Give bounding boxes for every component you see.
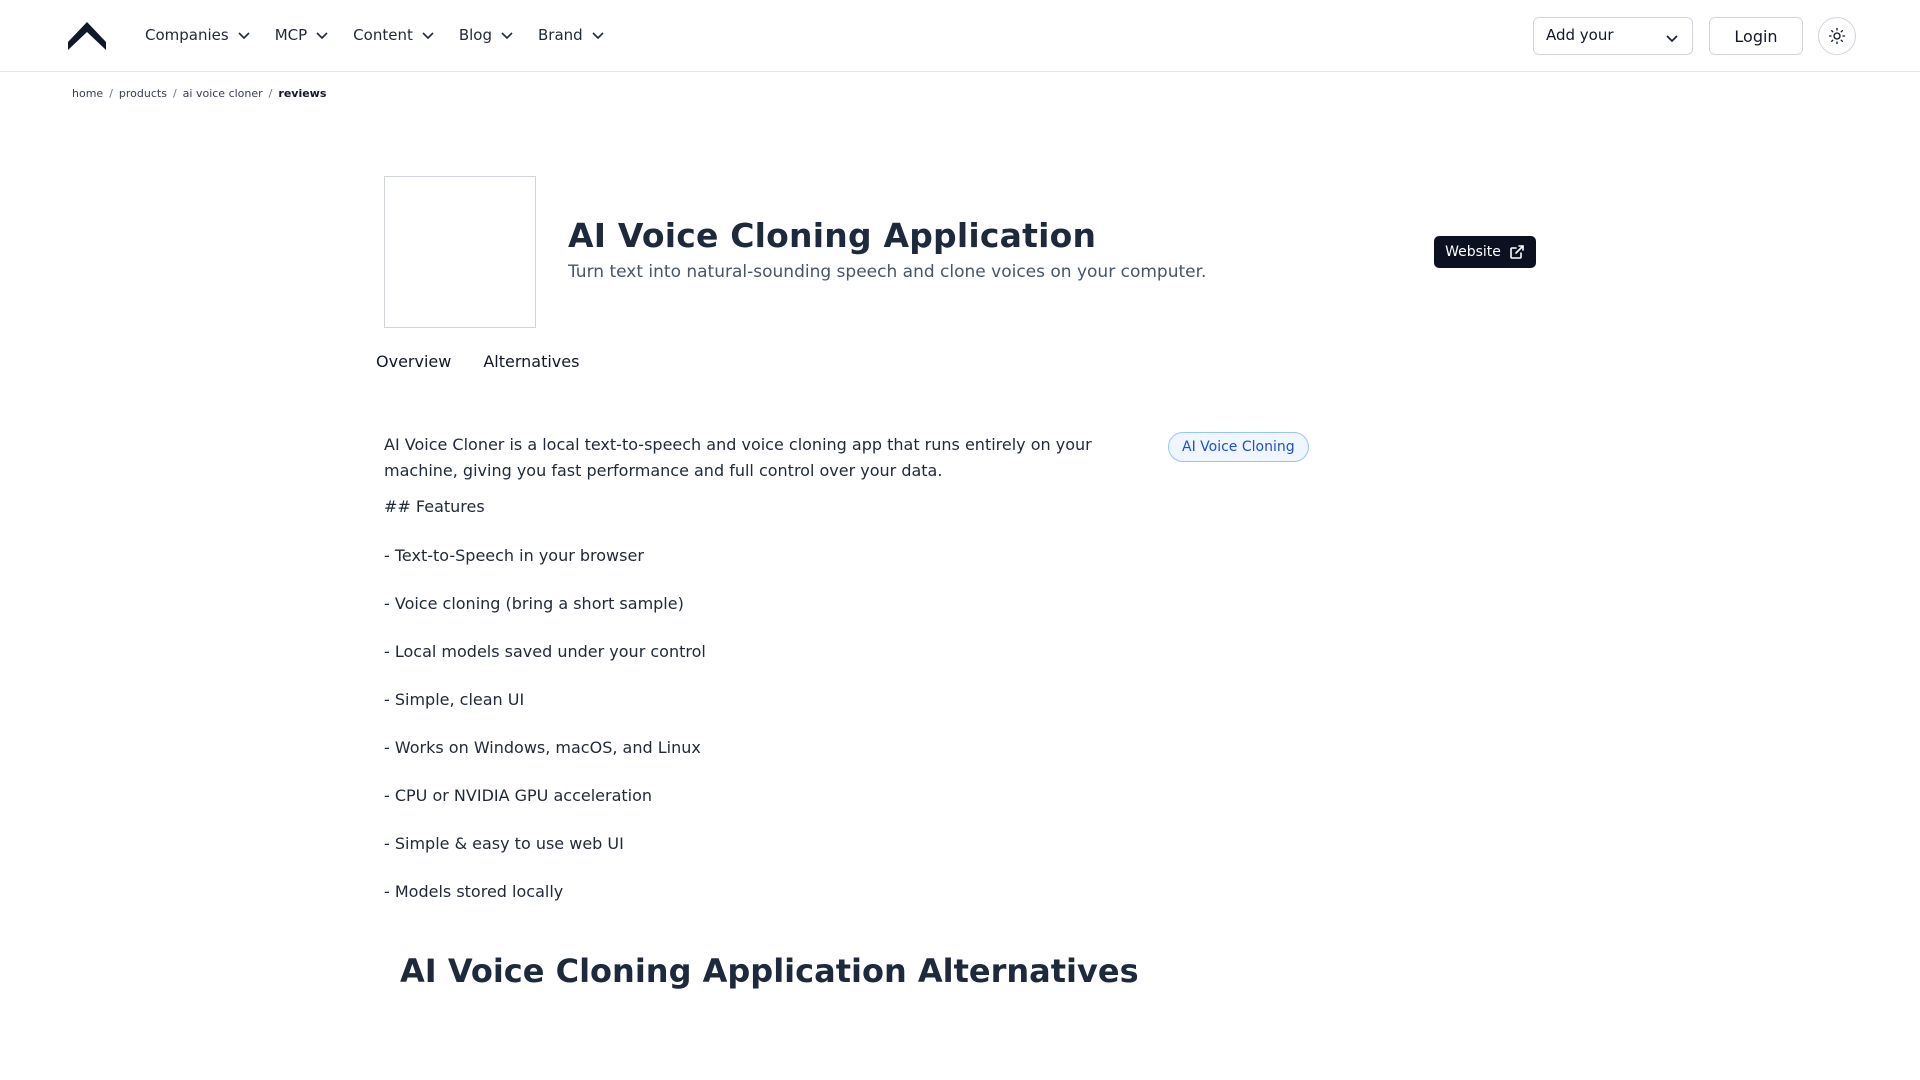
breadcrumb: home / products / ai voice cloner / revi… [72,87,326,100]
nav-content[interactable]: Content [353,26,435,44]
nav-mcp[interactable]: MCP [275,26,329,44]
list-item: - Models stored locally [384,882,564,901]
nav-label: Blog [458,26,492,44]
list-item: - Text-to-Speech in your browser [384,546,644,565]
list-item: - CPU or NVIDIA GPU acceleration [384,786,653,805]
breadcrumb-current: reviews [278,87,327,100]
website-button-label: Website [1445,244,1501,260]
main-nav: Companies MCP Content Blog Brand [145,0,629,70]
chevron-down-icon [422,32,434,40]
chevron-down-icon [1666,35,1678,43]
nav-label: Content [353,26,413,44]
list-item: - Local models saved under your control [384,642,706,661]
product-description: AI Voice Cloner is a local text-to-speec… [384,435,1092,480]
chevron-down-icon [501,32,513,40]
select-value: Add your [1546,26,1614,44]
sun-icon [1828,27,1846,45]
nav-brand[interactable]: Brand [538,26,605,44]
brand-logo-icon[interactable] [68,20,106,50]
breadcrumb-separator: / [109,87,113,100]
product-tagline: Turn text into natural-sounding speech a… [568,262,1207,282]
nav-label: MCP [274,26,308,44]
breadcrumb-home[interactable]: home [72,87,103,100]
list-item: - Voice cloning (bring a short sample) [384,594,684,613]
site-header: Companies MCP Content Blog Brand Add you… [0,0,1920,72]
nav-label: Brand [538,26,583,44]
login-button[interactable]: Login [1709,17,1803,55]
feature-list: - Text-to-Speech in your browser - Voice… [384,545,706,929]
list-item: - Simple, clean UI [384,690,525,709]
add-your-select[interactable]: Add your [1533,17,1693,55]
features-heading: ## Features [384,497,485,516]
external-link-icon [1510,245,1524,259]
chevron-down-icon [316,32,328,40]
nav-companies[interactable]: Companies [145,26,251,44]
theme-toggle-button[interactable] [1818,17,1856,55]
tab-overview[interactable]: Overview [376,352,451,371]
product-tabs: Overview Alternatives [376,352,579,371]
list-item: - Works on Windows, macOS, and Linux [384,738,701,757]
category-tag[interactable]: AI Voice Cloning [1168,432,1309,462]
chevron-down-icon [238,32,250,40]
website-button[interactable]: Website [1434,236,1536,268]
list-item: - Simple & easy to use web UI [384,834,624,853]
breadcrumb-separator: / [268,87,273,100]
breadcrumb-product[interactable]: ai voice cloner [183,87,263,100]
nav-blog[interactable]: Blog [459,26,514,44]
nav-label: Companies [145,26,229,44]
product-title: AI Voice Cloning Application [568,216,1097,255]
alternatives-heading: AI Voice Cloning Application Alternative… [400,952,1139,990]
breadcrumb-products[interactable]: products [119,87,167,100]
chevron-down-icon [592,32,604,40]
product-logo [384,176,536,328]
breadcrumb-separator: / [172,87,177,100]
tab-alternatives[interactable]: Alternatives [483,352,579,371]
